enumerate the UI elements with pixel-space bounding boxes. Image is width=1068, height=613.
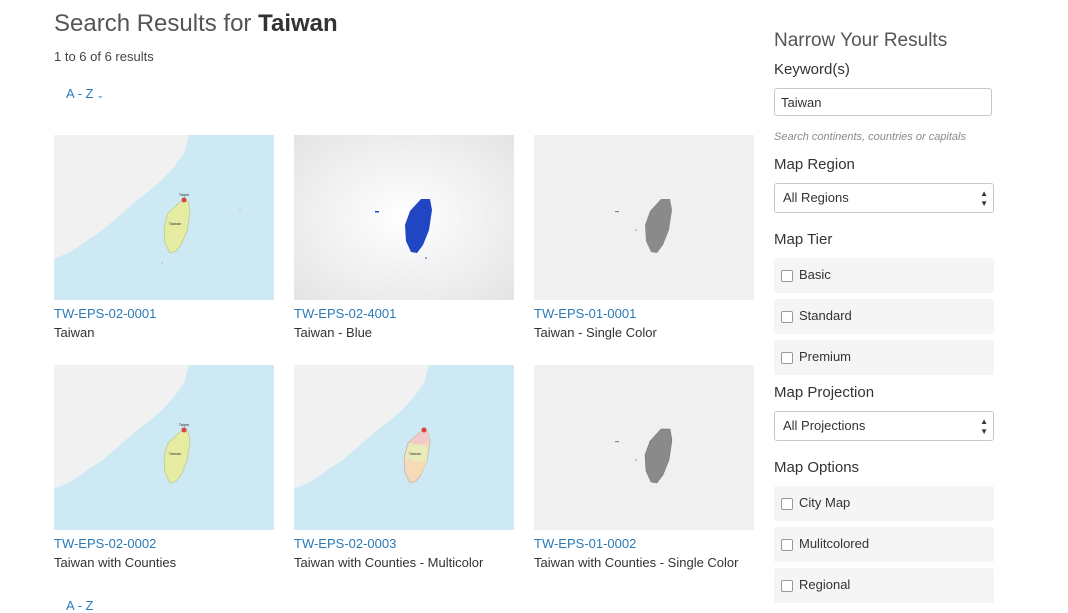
region-select-value: All Regions: [783, 190, 849, 205]
tier-option-basic[interactable]: Basic: [774, 258, 994, 293]
tier-option-label: Basic: [799, 267, 831, 282]
result-code-link[interactable]: TW-EPS-02-0003: [294, 536, 514, 551]
projection-select-value: All Projections: [783, 418, 866, 433]
sort-label-bottom: A - Z: [66, 598, 94, 613]
options-label: Map Options: [774, 459, 860, 476]
chevron-down-icon: ⌄: [96, 90, 104, 100]
checkbox[interactable]: [781, 311, 793, 323]
keyword-input[interactable]: [774, 88, 992, 116]
checkbox[interactable]: [781, 352, 793, 364]
result-card[interactable]: TW-EPS-02-4001 Taiwan - Blue: [294, 135, 514, 340]
result-title: Taiwan - Blue: [294, 325, 373, 340]
result-card[interactable]: TW-EPS-01-0001 Taiwan - Single Color: [534, 135, 754, 340]
tier-option-standard[interactable]: Standard: [774, 299, 994, 334]
result-code-link[interactable]: TW-EPS-01-0002: [534, 536, 754, 551]
map-capital-label: Taipei: [179, 422, 190, 427]
sort-dropdown-bottom[interactable]: A - Z: [66, 598, 93, 613]
result-title: Taiwan with Counties: [54, 555, 177, 570]
sidebar-heading: Narrow Your Results: [774, 30, 948, 51]
result-card[interactable]: Taiwan TW-EPS-02-0003 Taiwan with Counti…: [294, 365, 514, 570]
checkbox[interactable]: [781, 270, 793, 282]
result-title: Taiwan with Counties - Multicolor: [294, 555, 484, 570]
tier-option-label: Standard: [799, 308, 852, 323]
page-title: Search Results for Taiwan: [54, 10, 338, 38]
option-label: Mulitcolored: [799, 536, 870, 551]
region-label: Map Region: [774, 156, 855, 173]
result-card[interactable]: TW-EPS-01-0002 Taiwan with Counties - Si…: [534, 365, 754, 570]
map-country-label: Taiwan: [169, 451, 181, 456]
result-title: Taiwan: [54, 325, 95, 340]
option-label: Regional: [799, 577, 851, 592]
option-label: City Map: [799, 495, 851, 510]
option-regional[interactable]: Regional: [774, 568, 994, 603]
map-thumbnail[interactable]: Taipei Taiwan: [54, 135, 274, 300]
search-query: Taiwan: [258, 10, 338, 37]
sort-dropdown[interactable]: A - Z ⌄: [66, 86, 104, 101]
option-multicolored[interactable]: Mulitcolored: [774, 527, 994, 562]
result-code-link[interactable]: TW-EPS-02-0001: [54, 306, 274, 321]
result-code-link[interactable]: TW-EPS-02-4001: [294, 306, 514, 321]
region-select[interactable]: All Regions ▲ ▼: [774, 183, 994, 213]
projection-select[interactable]: All Projections ▲ ▼: [774, 411, 994, 441]
map-thumbnail[interactable]: [534, 135, 754, 300]
sort-label: A - Z: [66, 86, 94, 101]
result-code-link[interactable]: TW-EPS-01-0001: [534, 306, 754, 321]
map-country-label: Taiwan: [409, 451, 421, 456]
projection-label: Map Projection: [774, 384, 875, 401]
select-arrows-icon: ▲ ▼: [980, 417, 988, 436]
checkbox[interactable]: [781, 580, 793, 592]
tier-option-label: Premium: [799, 349, 852, 364]
tier-option-premium[interactable]: Premium: [774, 340, 994, 375]
map-capital-label: Taipei: [179, 192, 190, 197]
result-card[interactable]: Taipei Taiwan TW-EPS-02-0002 Taiwan with…: [54, 365, 274, 570]
result-title: Taiwan with Counties - Single Color: [534, 555, 739, 570]
map-thumbnail[interactable]: Taipei Taiwan: [54, 365, 274, 530]
map-thumbnail[interactable]: [294, 135, 514, 300]
map-thumbnail[interactable]: Taiwan: [294, 365, 514, 530]
checkbox[interactable]: [781, 498, 793, 510]
map-thumbnail[interactable]: [534, 365, 754, 530]
map-country-label: Taiwan: [169, 221, 181, 226]
results-count: 1 to 6 of 6 results: [54, 49, 154, 64]
option-city-map[interactable]: City Map: [774, 486, 994, 521]
tier-label: Map Tier: [774, 231, 833, 248]
select-arrows-icon: ▲ ▼: [980, 189, 988, 208]
result-code-link[interactable]: TW-EPS-02-0002: [54, 536, 274, 551]
keyword-hint: Search continents, countries or capitals: [774, 131, 966, 143]
result-card[interactable]: Taipei Taiwan TW-EPS-02-0001 Taiwan: [54, 135, 274, 340]
keyword-label: Keyword(s): [774, 61, 850, 78]
title-prefix: Search Results for: [54, 10, 252, 37]
result-title: Taiwan - Single Color: [534, 325, 657, 340]
checkbox[interactable]: [781, 539, 793, 551]
